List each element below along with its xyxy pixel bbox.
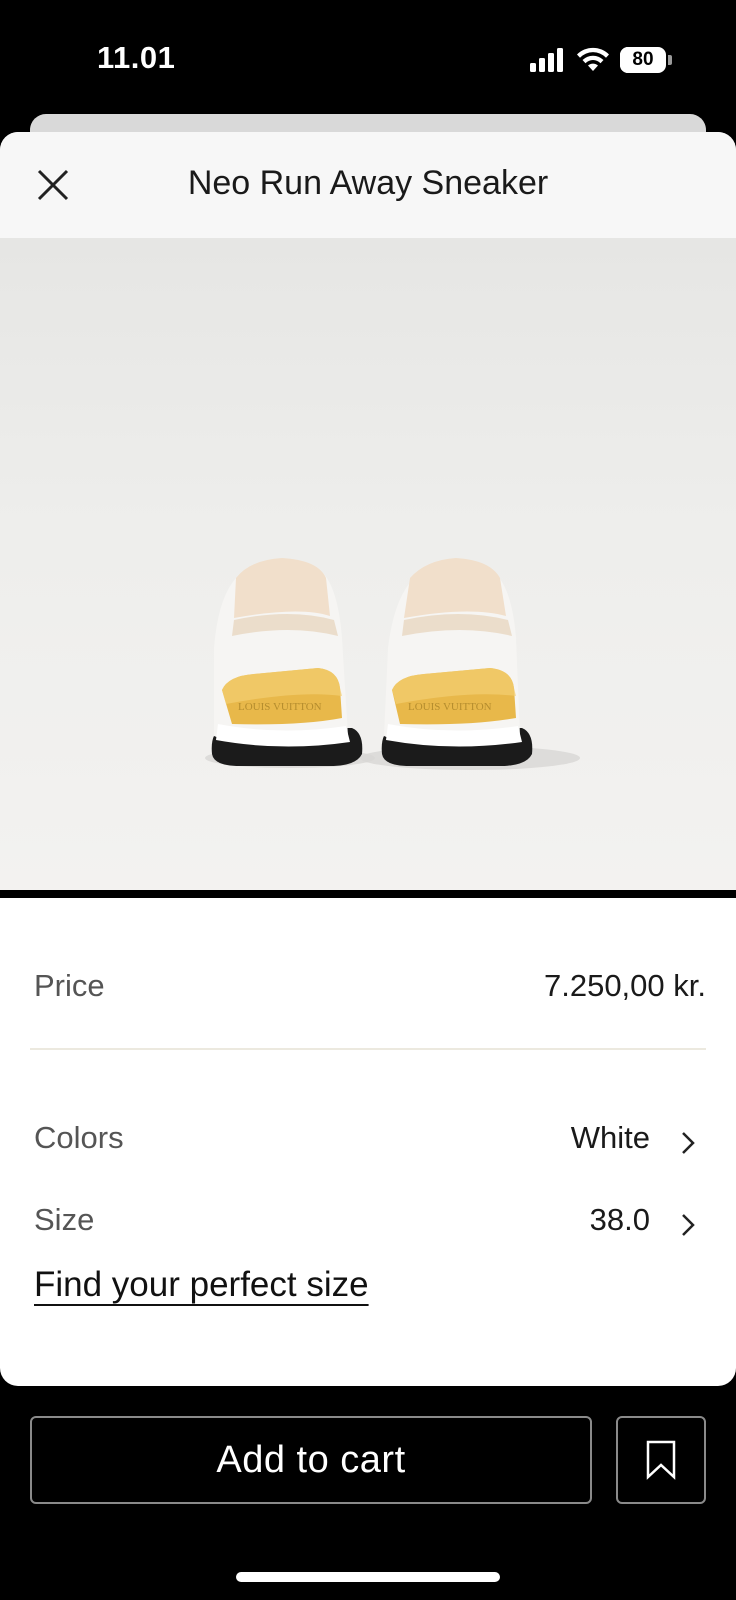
- chevron-right-icon: [682, 1132, 695, 1154]
- right-sneaker: LOUIS VUITTON: [381, 558, 533, 766]
- size-value: 38.0: [589, 1202, 650, 1237]
- sheet-header: Neo Run Away Sneaker: [0, 132, 736, 238]
- home-indicator[interactable]: [236, 1572, 500, 1582]
- size-label: Size: [34, 1202, 95, 1237]
- chevron-right-icon: [682, 1214, 695, 1236]
- product-sheet: Neo Run Away Sneaker LOUIS VUITTON LOUIS…: [0, 132, 736, 1386]
- add-to-cart-button[interactable]: Add to cart: [30, 1416, 592, 1504]
- price-label: Price: [34, 968, 105, 1003]
- colors-value: White: [570, 1120, 650, 1155]
- image-divider: [0, 890, 736, 898]
- left-sneaker: LOUIS VUITTON: [211, 558, 363, 766]
- size-guide-link[interactable]: Find your perfect size: [34, 1265, 369, 1305]
- battery-indicator: 80: [620, 47, 672, 73]
- product-image[interactable]: LOUIS VUITTON LOUIS VUITTON: [0, 238, 736, 890]
- sneaker-illustration: LOUIS VUITTON LOUIS VUITTON: [205, 558, 580, 770]
- page-title: Neo Run Away Sneaker: [187, 164, 549, 202]
- brand-emboss-right: LOUIS VUITTON: [408, 701, 492, 713]
- divider: [30, 1048, 706, 1050]
- size-selector[interactable]: Size 38.0: [0, 1192, 736, 1252]
- wifi-icon: [577, 47, 609, 71]
- price-value: 7.250,00 kr.: [543, 968, 706, 1003]
- screen: 11.01 80 Neo Run Away Sneaker LOUIS VUIT…: [0, 0, 736, 1600]
- bookmark-icon: [646, 1440, 676, 1480]
- status-icons: 80: [530, 44, 672, 76]
- wishlist-button[interactable]: [616, 1416, 706, 1504]
- price-row: Price 7.250,00 kr.: [0, 958, 736, 1018]
- battery-percent: 80: [632, 49, 654, 70]
- brand-emboss-left: LOUIS VUITTON: [238, 701, 322, 713]
- colors-label: Colors: [34, 1120, 124, 1155]
- battery-icon: 80: [620, 47, 666, 73]
- cellular-signal-icon: [530, 48, 563, 72]
- status-time: 11.01: [97, 40, 176, 75]
- colors-selector[interactable]: Colors White: [0, 1110, 736, 1170]
